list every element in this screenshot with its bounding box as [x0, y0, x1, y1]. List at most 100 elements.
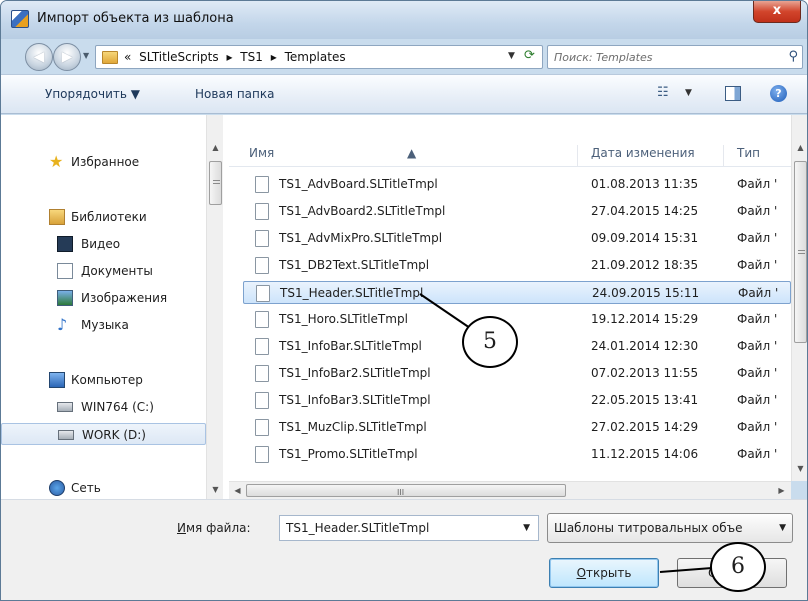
breadcrumb-ts1[interactable]: TS1 [240, 50, 263, 64]
new-folder-button[interactable]: Новая папка [195, 87, 274, 101]
nav-item-label: Сеть [71, 481, 101, 495]
nav-item-video[interactable]: Видео [1, 233, 206, 255]
file-name: TS1_Horo.SLTitleTmpl [279, 312, 408, 326]
column-header-date[interactable]: Дата изменения [591, 146, 695, 160]
column-divider[interactable] [723, 145, 724, 167]
open-button[interactable]: Открыть [549, 558, 659, 588]
breadcrumb-separator[interactable]: ▸ [226, 50, 232, 64]
file-list-scrollbar[interactable]: ▲ ▼ [791, 115, 807, 481]
horizontal-scrollbar[interactable]: ◀ III ▶ [229, 481, 791, 499]
callout-6: 6 [710, 542, 766, 592]
scroll-thumb[interactable] [209, 161, 222, 205]
forward-button[interactable]: ▶ [53, 43, 81, 71]
filename-input[interactable]: TS1_Header.SLTitleTmpl [286, 521, 429, 535]
image-icon [57, 290, 73, 306]
grip-line [798, 250, 805, 251]
column-header-name[interactable]: Имя [249, 146, 274, 160]
nav-item-documents[interactable]: Документы [1, 260, 206, 282]
computer-icon [49, 372, 65, 388]
file-type-value: Шаблоны титровальных объе [554, 521, 743, 535]
history-dropdown-icon[interactable]: ▼ [83, 51, 89, 60]
table-row[interactable]: TS1_Promo.SLTitleTmpl 11.12.2015 14:06 Фай… [243, 443, 791, 466]
file-type-select[interactable]: Шаблоны титровальных объе ▼ [547, 513, 793, 543]
view-options-icon[interactable]: ☷ [657, 85, 669, 100]
scroll-thumb[interactable]: III [246, 484, 566, 497]
filename-dropdown-icon[interactable]: ▼ [523, 523, 530, 533]
address-bar[interactable]: « SLTitleScripts ▸ TS1 ▸ Templates ▼ ⟳ [95, 45, 543, 69]
nav-item-label: Музыка [81, 318, 129, 332]
nav-item-music[interactable]: ♪ Музыка [1, 314, 206, 336]
navigation-pane: ★ Избранное Библиотеки Видео Документы И… [1, 115, 229, 499]
file-type: Файл ' [737, 177, 778, 191]
table-row[interactable]: TS1_MuzClip.SLTitleTmpl 27.02.2015 14:29 Ф… [243, 416, 791, 439]
help-icon[interactable]: ? [770, 85, 787, 102]
address-dropdown-icon[interactable]: ▼ [508, 51, 515, 61]
file-icon [255, 230, 269, 247]
window-title: Импорт объекта из шаблона [37, 11, 234, 26]
file-name: TS1_Promo.SLTitleTmpl [279, 447, 418, 461]
scroll-up-icon[interactable]: ▲ [207, 139, 224, 156]
table-row[interactable]: TS1_InfoBar2.SLTitleTmpl 07.02.2013 11:55… [243, 362, 791, 385]
chevron-down-icon[interactable]: ▼ [779, 523, 786, 533]
filename-label-accesskey: И [177, 521, 186, 535]
scroll-down-icon[interactable]: ▼ [207, 481, 224, 498]
search-icon[interactable]: ⚲ [788, 49, 798, 64]
search-box[interactable]: Поиск: Templates ⚲ [547, 45, 803, 69]
title-bar[interactable]: Импорт объекта из шаблона x [1, 1, 807, 39]
breadcrumb-prefix[interactable]: « [124, 50, 131, 64]
table-row[interactable]: TS1_AdvBoard2.SLTitleTmpl 27.04.2015 14:2… [243, 200, 791, 223]
nav-item-drive-c[interactable]: WIN764 (C:) [1, 396, 206, 418]
file-icon [255, 392, 269, 409]
file-date: 09.09.2014 15:31 [591, 231, 699, 245]
star-icon: ★ [49, 152, 64, 171]
back-button[interactable]: ◀ [25, 43, 53, 71]
table-row[interactable]: TS1_Horo.SLTitleTmpl 19.12.2014 15:29 Файл… [243, 308, 791, 331]
open-label: ткрыть [586, 566, 632, 580]
nav-item-computer[interactable]: Компьютер [1, 369, 206, 391]
column-divider[interactable] [577, 145, 578, 167]
arrow-right-icon: ▶ [61, 49, 73, 65]
view-dropdown-icon[interactable]: ▼ [685, 88, 692, 98]
drive-icon [58, 430, 74, 440]
scroll-left-icon[interactable]: ◀ [229, 482, 246, 499]
table-row[interactable]: TS1_Header.SLTitleTmpl 24.09.2015 15:11 Фа… [243, 281, 791, 304]
search-input[interactable]: Поиск: Templates [554, 51, 652, 64]
scroll-right-icon[interactable]: ▶ [773, 482, 790, 499]
scroll-down-icon[interactable]: ▼ [792, 460, 807, 477]
table-row[interactable]: TS1_AdvMixPro.SLTitleTmpl 09.09.2014 15:3… [243, 227, 791, 250]
dialog-footer: Имя файла: TS1_Header.SLTitleTmpl ▼ Шабл… [1, 499, 807, 600]
table-row[interactable]: TS1_InfoBar3.SLTitleTmpl 22.05.2015 13:41… [243, 389, 791, 412]
scroll-up-icon[interactable]: ▲ [792, 139, 807, 156]
nav-pane-scrollbar[interactable]: ▲ ▼ [206, 115, 223, 499]
file-date: 24.01.2014 12:30 [591, 339, 699, 353]
file-name: TS1_AdvBoard2.SLTitleTmpl [279, 204, 446, 218]
nav-item-drive-d[interactable]: WORK (D:) [1, 423, 206, 445]
file-type: Файл ' [737, 258, 778, 272]
table-row[interactable]: TS1_AdvBoard.SLTitleTmpl 01.08.2013 11:35… [243, 173, 791, 196]
refresh-icon[interactable]: ⟳ [524, 48, 535, 63]
breadcrumb-sltitlescripts[interactable]: SLTitleScripts [139, 50, 218, 64]
column-header-type[interactable]: Тип [737, 146, 760, 160]
breadcrumb-separator[interactable]: ▸ [271, 50, 277, 64]
organize-button[interactable]: Упорядочить ▼ [45, 87, 140, 101]
nav-item-label: Видео [81, 237, 121, 251]
nav-item-favorites[interactable]: ★ Избранное [1, 151, 206, 173]
nav-item-images[interactable]: Изображения [1, 287, 206, 309]
network-icon [49, 480, 65, 496]
file-type: Файл ' [737, 366, 778, 380]
file-icon [256, 285, 270, 302]
scroll-thumb[interactable] [794, 161, 807, 343]
breadcrumb-templates[interactable]: Templates [285, 50, 346, 64]
nav-item-label: Изображения [81, 291, 168, 305]
close-button[interactable]: x [753, 1, 801, 23]
nav-item-libraries[interactable]: Библиотеки [1, 206, 206, 228]
preview-pane-icon[interactable] [725, 86, 741, 101]
filename-label-text: мя файла: [185, 521, 251, 535]
file-type: Файл ' [737, 312, 778, 326]
grip-icon: III [397, 488, 405, 497]
folder-icon [102, 51, 118, 64]
table-row[interactable]: TS1_DB2Text.SLTitleTmpl 21.09.2012 18:35 Ф… [243, 254, 791, 277]
file-date: 24.09.2015 15:11 [592, 286, 700, 300]
nav-item-network[interactable]: Сеть [1, 477, 206, 499]
filename-field[interactable]: TS1_Header.SLTitleTmpl ▼ [279, 515, 539, 541]
